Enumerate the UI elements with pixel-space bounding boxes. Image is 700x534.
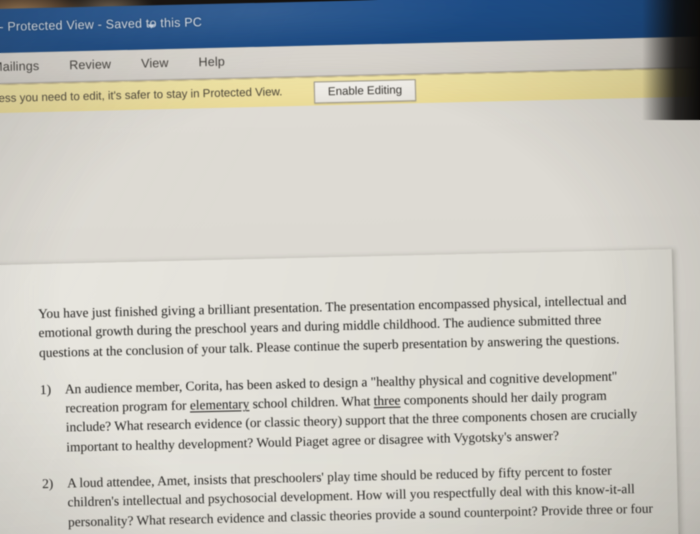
questions-list: 1) An audience member, Corita, has been … [40,366,656,534]
question-underlined-term-2: three [373,392,401,409]
chevron-down-icon[interactable] [147,24,156,29]
tab-view[interactable]: View [128,56,182,71]
tab-mailings[interactable]: Mailings [0,59,52,75]
document-body: You have just finished giving a brillian… [38,290,656,534]
protected-view-message: ses. Unless you need to edit, it's safer… [0,86,283,106]
question-item-1: 1) An audience member, Corita, has been … [40,366,652,458]
question-number: 2) [41,475,54,492]
question-text-part-2: school children. What [249,393,374,412]
document-workspace: You have just finished giving a brillian… [0,95,700,534]
question-text-part-1: A loud attendee, Amet, insists that pres… [66,462,654,534]
question-underlined-term-1: elementary [189,396,250,413]
document-page: You have just finished giving a brillian… [0,249,684,534]
screen-photo: - Protected View - Saved to this PC Sear… [0,0,700,534]
document-status-label: - Protected View - Saved to this PC [0,15,203,34]
question-item-2: 2) A loud attendee, Amet, insists that p… [42,460,654,534]
ribbon-tabs: ces Mailings Review View Help [0,52,238,77]
enable-editing-button[interactable]: Enable Editing [313,79,417,104]
monitor-screen-plane: - Protected View - Saved to this PC Sear… [0,0,700,534]
tab-help[interactable]: Help [185,54,238,70]
question-number: 1) [39,381,52,397]
intro-paragraph: You have just finished giving a brillian… [37,292,627,360]
tab-review[interactable]: Review [56,57,124,73]
